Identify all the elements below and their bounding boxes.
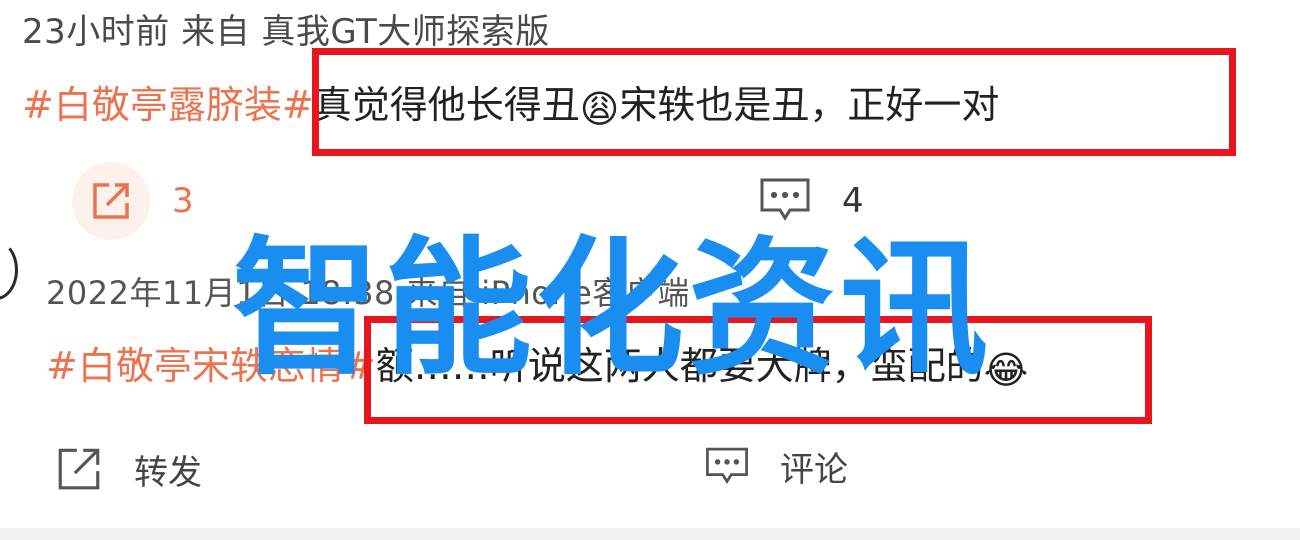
watermark-text: 智能化资讯 — [232, 223, 992, 395]
post2-comment-action[interactable]: 评论 — [704, 442, 848, 491]
divider — [0, 528, 1300, 540]
avatar[interactable] — [0, 240, 18, 300]
post1-highlight-box — [312, 48, 1236, 156]
post1-share-count: 3 — [172, 181, 194, 221]
post2-share-label: 转发 — [134, 452, 202, 493]
share-arrow-icon — [93, 183, 129, 219]
share-arrow-icon — [58, 448, 100, 490]
post1-meta: 23小时前 来自 真我GT大师探索版 — [22, 12, 550, 52]
comment-bubble-icon — [706, 447, 748, 484]
post2-share-action[interactable]: 转发 — [54, 444, 202, 494]
post1-share-action[interactable]: 3 — [72, 162, 194, 240]
post1-hashtag[interactable]: #白敬亭露脐装# — [22, 83, 314, 127]
post2-comment-label: 评论 — [780, 450, 848, 490]
share-icon-bubble — [72, 162, 150, 240]
